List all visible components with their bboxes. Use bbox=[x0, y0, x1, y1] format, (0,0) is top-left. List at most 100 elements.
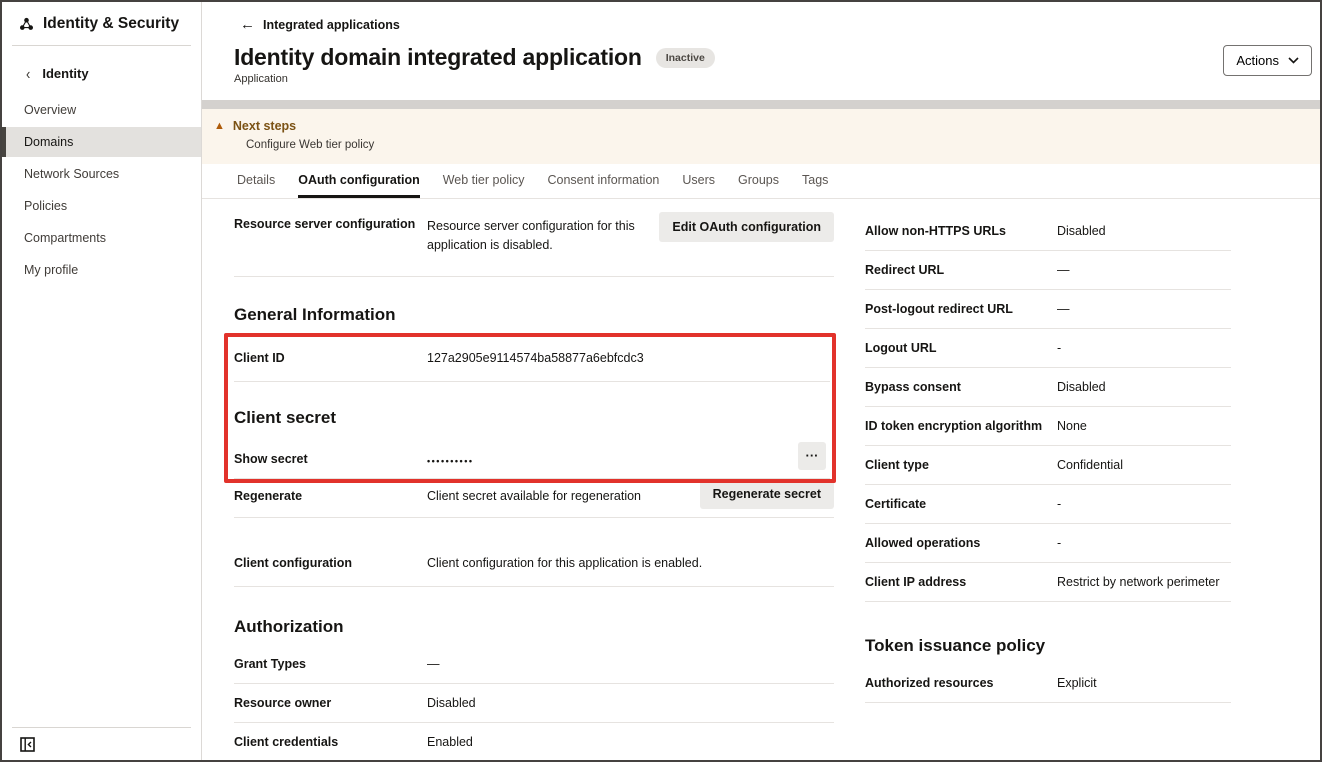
field-value: Disabled bbox=[427, 696, 834, 710]
client-configuration-row: Client configuration Client configuratio… bbox=[234, 544, 834, 587]
field-label: Logout URL bbox=[865, 341, 1057, 355]
tab-users[interactable]: Users bbox=[682, 164, 715, 198]
sidebar-item-compartments[interactable]: Compartments bbox=[2, 223, 201, 253]
regenerate-secret-button[interactable]: Regenerate secret bbox=[700, 479, 834, 509]
sidebar-item-network-sources[interactable]: Network Sources bbox=[2, 159, 201, 189]
left-column: Resource server configuration Resource s… bbox=[234, 199, 834, 762]
sidebar-item-my-profile[interactable]: My profile bbox=[2, 255, 201, 285]
back-link-integrated-applications[interactable]: ← Integrated applications bbox=[240, 16, 400, 33]
field-label: Redirect URL bbox=[865, 263, 1057, 277]
field-value: Disabled bbox=[1057, 224, 1231, 238]
identity-security-icon bbox=[18, 16, 35, 33]
tab-bar: Details OAuth configuration Web tier pol… bbox=[202, 164, 1320, 199]
show-secret-row: Show secret •••••••••• ··· bbox=[234, 428, 830, 479]
client-ip-address-row: Client IP address Restrict by network pe… bbox=[865, 563, 1231, 602]
authorized-resources-row: Authorized resources Explicit bbox=[865, 656, 1231, 703]
certificate-row: Certificate - bbox=[865, 485, 1231, 524]
tab-details[interactable]: Details bbox=[237, 164, 275, 198]
back-link-label: Integrated applications bbox=[263, 18, 400, 32]
sidebar-title-label: Identity & Security bbox=[43, 15, 179, 33]
grant-types-row: Grant Types — bbox=[234, 645, 834, 684]
sidebar-item-overview[interactable]: Overview bbox=[2, 95, 201, 125]
client-type-row: Client type Confidential bbox=[865, 446, 1231, 485]
masked-secret-value: •••••••••• bbox=[427, 452, 830, 466]
tab-oauth-configuration[interactable]: OAuth configuration bbox=[298, 164, 420, 198]
actions-button-label: Actions bbox=[1236, 53, 1279, 68]
field-label: Show secret bbox=[234, 452, 427, 466]
authorization-heading: Authorization bbox=[234, 617, 834, 637]
banner-title: Next steps bbox=[233, 119, 296, 133]
general-information-heading: General Information bbox=[234, 305, 834, 325]
sidebar-section-identity[interactable]: ‹ Identity bbox=[2, 46, 201, 93]
page-subtitle: Application bbox=[234, 73, 288, 85]
field-value: - bbox=[1057, 341, 1231, 355]
field-label: Client type bbox=[865, 458, 1057, 472]
warning-triangle-icon: ▲ bbox=[214, 121, 225, 132]
resource-server-row: Resource server configuration Resource s… bbox=[234, 199, 834, 277]
field-label: Allowed operations bbox=[865, 536, 1057, 550]
field-value: Resource server configuration for this a… bbox=[427, 217, 679, 256]
field-value: Enabled bbox=[427, 735, 834, 749]
show-secret-menu-button[interactable]: ··· bbox=[798, 442, 826, 470]
field-value: — bbox=[1057, 302, 1231, 316]
tab-tags[interactable]: Tags bbox=[802, 164, 828, 198]
authorization-fields: Grant Types — Resource owner Disabled Cl… bbox=[234, 645, 834, 762]
tab-content: Resource server configuration Resource s… bbox=[202, 199, 1320, 762]
field-value: — bbox=[1057, 263, 1231, 277]
field-label: Post-logout redirect URL bbox=[865, 302, 1057, 316]
main-area: ← Integrated applications Identity domai… bbox=[202, 2, 1320, 760]
field-label: Allow non-HTTPS URLs bbox=[865, 224, 1057, 238]
field-label: Resource server configuration bbox=[234, 217, 427, 231]
chevron-down-icon bbox=[1288, 57, 1299, 64]
regenerate-row: Regenerate Client secret available for r… bbox=[234, 477, 834, 518]
sidebar-item-domains[interactable]: Domains bbox=[2, 127, 201, 157]
logout-url-row: Logout URL - bbox=[865, 329, 1231, 368]
client-secret-heading: Client secret bbox=[234, 408, 830, 428]
post-logout-redirect-url-row: Post-logout redirect URL — bbox=[865, 290, 1231, 329]
status-badge: Inactive bbox=[656, 48, 715, 68]
right-column: Allow non-HTTPS URLs Disabled Redirect U… bbox=[865, 212, 1231, 703]
tab-consent-information[interactable]: Consent information bbox=[547, 164, 659, 198]
app-window: Identity & Security ‹ Identity Overview … bbox=[0, 0, 1322, 762]
field-value: - bbox=[1057, 536, 1231, 550]
field-label: Bypass consent bbox=[865, 380, 1057, 394]
sidebar-footer-divider bbox=[12, 727, 191, 728]
bypass-consent-row: Bypass consent Disabled bbox=[865, 368, 1231, 407]
field-label: Client configuration bbox=[234, 556, 427, 570]
field-value: Explicit bbox=[1057, 676, 1231, 690]
sidebar-title: Identity & Security bbox=[2, 2, 201, 45]
header-divider-band bbox=[202, 100, 1320, 109]
next-steps-banner: ▲ Next steps Configure Web tier policy bbox=[202, 109, 1320, 164]
token-issuance-policy-heading: Token issuance policy bbox=[865, 636, 1231, 656]
field-label: Certificate bbox=[865, 497, 1057, 511]
actions-button[interactable]: Actions bbox=[1223, 45, 1312, 76]
field-value: Disabled bbox=[1057, 380, 1231, 394]
allowed-operations-row: Allowed operations - bbox=[865, 524, 1231, 563]
field-label: Client IP address bbox=[865, 575, 1057, 589]
field-label: Grant Types bbox=[234, 657, 427, 671]
tab-web-tier-policy[interactable]: Web tier policy bbox=[443, 164, 525, 198]
field-label: Client credentials bbox=[234, 735, 427, 749]
field-label: Regenerate bbox=[234, 489, 427, 503]
tab-groups[interactable]: Groups bbox=[738, 164, 779, 198]
collapse-panel-icon bbox=[20, 737, 35, 752]
edit-oauth-configuration-button[interactable]: Edit OAuth configuration bbox=[659, 212, 834, 242]
sidebar-item-policies[interactable]: Policies bbox=[2, 191, 201, 221]
field-value: Confidential bbox=[1057, 458, 1231, 472]
field-label: Client ID bbox=[234, 351, 427, 365]
client-credentials-row: Client credentials Enabled bbox=[234, 723, 834, 762]
collapse-panel-button[interactable] bbox=[18, 735, 36, 753]
field-value: Restrict by network perimeter bbox=[1057, 575, 1231, 589]
field-label: Authorized resources bbox=[865, 676, 1057, 690]
highlight-box: Client ID 127a2905e9114574ba58877a6ebfcd… bbox=[224, 333, 836, 483]
client-id-value: 127a2905e9114574ba58877a6ebfcdc3 bbox=[427, 351, 830, 365]
field-value: Client configuration for this applicatio… bbox=[427, 556, 834, 570]
page-header: ← Integrated applications Identity domai… bbox=[202, 2, 1320, 100]
field-value: — bbox=[427, 657, 834, 671]
field-label: Resource owner bbox=[234, 696, 427, 710]
redirect-url-row: Redirect URL — bbox=[865, 251, 1231, 290]
id-token-encryption-row: ID token encryption algorithm None bbox=[865, 407, 1231, 446]
sidebar-section-label: Identity bbox=[42, 66, 88, 81]
page-title: Identity domain integrated application bbox=[234, 44, 642, 71]
client-id-row: Client ID 127a2905e9114574ba58877a6ebfcd… bbox=[234, 337, 830, 382]
